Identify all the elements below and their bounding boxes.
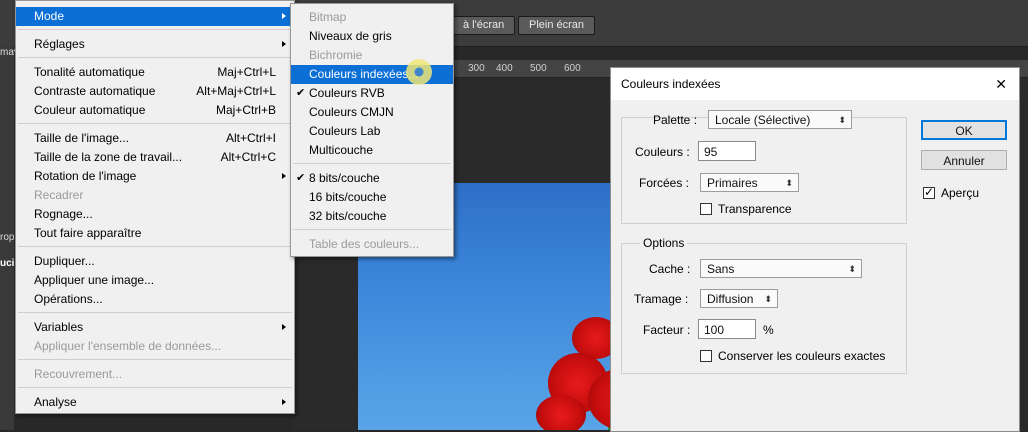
mode-item-multicouche[interactable]: Multicouche (291, 141, 453, 160)
apercu-label: Aperçu (941, 186, 980, 200)
tramage-select[interactable]: Diffusion ⬍ (700, 289, 778, 308)
transparence-checkbox[interactable] (700, 203, 712, 215)
percent-label: % (763, 323, 774, 337)
menu-item-analyse[interactable]: Analyse (16, 393, 294, 412)
dropdown-arrows-icon: ⬍ (848, 264, 856, 274)
cache-select[interactable]: Sans ⬍ (700, 259, 862, 278)
menu-item-appliquer-image[interactable]: Appliquer une image... (16, 271, 294, 290)
submenu-arrow-icon (282, 173, 286, 179)
menu-item-recouvrement: Recouvrement... (34, 367, 123, 381)
annuler-button[interactable]: Annuler (921, 150, 1007, 170)
mode-item-table-couleurs: Table des couleurs... (309, 237, 420, 251)
menu-item-variables[interactable]: Variables (16, 318, 294, 337)
image-menu: Mode Réglages Tonalité automatique Maj+Ct… (15, 0, 295, 414)
facteur-input[interactable]: 100 (698, 319, 756, 339)
mode-item-8bits[interactable]: ✔ 8 bits/couche (291, 169, 453, 188)
menu-item-tout-faire-apparaitre[interactable]: Tout faire apparaître (16, 224, 294, 243)
conserver-label: Conserver les couleurs exactes (718, 349, 886, 363)
couleurs-label: Couleurs : (635, 145, 690, 159)
mode-item-bitmap: Bitmap (309, 10, 347, 24)
transparence-label: Transparence (718, 202, 792, 216)
menu-item-contraste-auto[interactable]: Contraste automatique Alt+Maj+Ctrl+L (16, 82, 294, 101)
ok-button[interactable]: OK (921, 120, 1007, 140)
dropdown-arrows-icon: ⬍ (838, 115, 846, 125)
submenu-arrow-icon (282, 399, 286, 405)
check-icon: ✔ (296, 87, 306, 99)
menu-item-rognage[interactable]: Rognage... (16, 205, 294, 224)
dialog-title: Couleurs indexées (621, 77, 721, 91)
mode-item-16bits[interactable]: 16 bits/couche (291, 188, 453, 207)
mode-item-32bits[interactable]: 32 bits/couche (291, 207, 453, 226)
mode-submenu: Bitmap Niveaux de gris Bichromie Couleur… (290, 3, 454, 257)
mode-item-couleurs-lab[interactable]: Couleurs Lab (291, 122, 453, 141)
full-screen-button[interactable]: Plein écran (518, 16, 596, 35)
dropdown-arrows-icon: ⬍ (764, 294, 772, 304)
menu-item-mode[interactable]: Mode (16, 7, 294, 26)
left-panel-tab[interactable]: rop (0, 232, 14, 243)
menu-item-reglages[interactable]: Réglages (16, 35, 294, 54)
forcees-label: Forcées : (639, 176, 690, 190)
facteur-label: Facteur : (643, 323, 691, 337)
apercu-checkbox[interactable] (923, 185, 935, 199)
menu-item-recadrer: Recadrer (34, 188, 84, 202)
mode-item-niveaux-gris[interactable]: Niveaux de gris (291, 27, 453, 46)
ruler-tick: 400 (496, 63, 513, 74)
mode-item-couleurs-rvb[interactable]: ✔ Couleurs RVB (291, 84, 453, 103)
menu-item-operations[interactable]: Opérations... (16, 290, 294, 309)
submenu-arrow-icon (282, 41, 286, 47)
check-icon: ✔ (296, 172, 306, 184)
palette-select[interactable]: Locale (Sélective) ⬍ (708, 110, 852, 129)
menu-item-taille-image[interactable]: Taille de l'image... Alt+Ctrl+I (16, 129, 294, 148)
dropdown-arrows-icon: ⬍ (785, 178, 793, 188)
forcees-select[interactable]: Primaires ⬍ (700, 173, 799, 192)
ruler-tick: 500 (530, 63, 547, 74)
submenu-arrow-icon (282, 324, 286, 330)
dialog-titlebar[interactable]: Couleurs indexées ✕ (611, 68, 1019, 100)
menu-item-couleur-auto[interactable]: Couleur automatique Maj+Ctrl+B (16, 101, 294, 120)
menu-item-taille-zone[interactable]: Taille de la zone de travail... Alt+Ctrl+… (16, 148, 294, 167)
indexed-color-dialog: Couleurs indexées ✕ Palette : Locale (Sé… (610, 67, 1020, 432)
close-icon[interactable]: ✕ (995, 76, 1007, 93)
cache-label: Cache : (649, 262, 691, 276)
menu-item-appliquer-ensemble: Appliquer l'ensemble de données... (34, 339, 222, 353)
menu-item-dupliquer[interactable]: Dupliquer... (16, 252, 294, 271)
conserver-checkbox[interactable] (700, 350, 712, 362)
fit-screen-button[interactable]: à l'écran (452, 16, 516, 35)
tramage-label: Tramage : (634, 292, 689, 306)
ruler-tick: 300 (468, 63, 485, 74)
palette-label: Palette : (653, 113, 698, 127)
submenu-arrow-icon (282, 13, 286, 19)
left-panel-tab[interactable]: uci (0, 258, 14, 269)
cursor-highlight (404, 57, 434, 87)
couleurs-input[interactable]: 95 (698, 141, 756, 161)
menu-item-rotation[interactable]: Rotation de l'image (16, 167, 294, 186)
mode-item-couleurs-cmjn[interactable]: Couleurs CMJN (291, 103, 453, 122)
ruler-tick: 600 (564, 63, 581, 74)
menu-item-tonalite-auto[interactable]: Tonalité automatique Maj+Ctrl+L (16, 63, 294, 82)
options-title: Options (640, 236, 688, 250)
